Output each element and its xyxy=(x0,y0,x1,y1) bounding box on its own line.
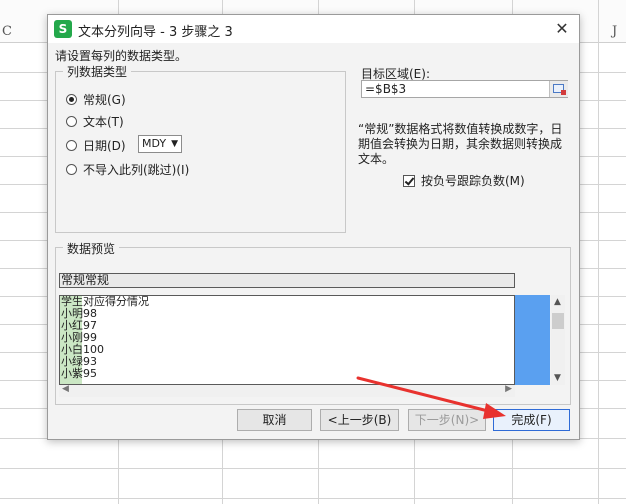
annotation-arrow xyxy=(356,376,506,419)
